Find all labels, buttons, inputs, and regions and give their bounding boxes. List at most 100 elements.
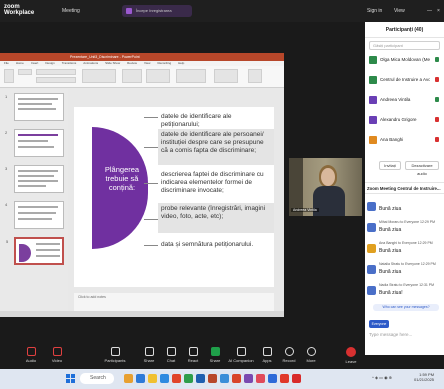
participants-icon bbox=[110, 347, 120, 356]
avatar bbox=[369, 96, 377, 104]
view-button[interactable]: View bbox=[394, 8, 405, 14]
share-icon bbox=[144, 347, 154, 356]
zoom-title-bar-right: Sign in View — × bbox=[365, 0, 444, 22]
mic-icon bbox=[435, 57, 439, 62]
file-explorer-icon[interactable] bbox=[148, 374, 157, 383]
notes-pane[interactable]: Click to add notes bbox=[74, 293, 274, 311]
participant-row[interactable]: Andreea Vintila bbox=[369, 94, 443, 106]
slide-bullet: descrierea faptei de discriminare cu ind… bbox=[161, 171, 264, 194]
mic-muted-icon bbox=[26, 347, 36, 356]
chat-message: Mihai Moraru to Everyone 12:29 PM Bună z… bbox=[367, 218, 443, 238]
chat-message: Nadia Stratu to Everyone 12:31 PM Bună z… bbox=[367, 281, 443, 301]
system-tray-icons[interactable]: ^ ◈ ▭ ◉ ⊕ bbox=[372, 375, 392, 380]
font-box[interactable] bbox=[36, 69, 76, 75]
recording-icon bbox=[126, 8, 132, 14]
paste-icon[interactable] bbox=[4, 69, 14, 83]
word-icon[interactable] bbox=[196, 374, 205, 383]
leave-icon bbox=[346, 347, 356, 357]
paragraph-group[interactable] bbox=[82, 69, 116, 83]
chat-message-input[interactable]: Type message here... bbox=[369, 332, 441, 346]
clock[interactable]: 1:59 PM 01/21/2025 bbox=[414, 372, 434, 382]
audio-button[interactable]: Audio bbox=[18, 347, 44, 363]
slide-bullet: data și semnătura petiționarului. bbox=[161, 241, 254, 248]
zoom-title-bar: zoom Workplace Meeting Începe înregistra… bbox=[0, 0, 365, 22]
sign-in-link[interactable]: Sign in bbox=[367, 8, 382, 14]
taskbar-app-icon[interactable] bbox=[136, 374, 145, 383]
meeting-menu[interactable]: Meeting bbox=[62, 8, 80, 14]
avatar bbox=[369, 116, 377, 124]
slide-canvas[interactable]: Plângerea trebuie să conțină: datele de … bbox=[74, 107, 274, 287]
powerpoint-icon[interactable] bbox=[208, 374, 217, 383]
chat-recipient-dropdown[interactable]: Everyone bbox=[369, 320, 389, 328]
slide-thumbnail[interactable]: 1 bbox=[5, 93, 64, 121]
share-screen-button[interactable]: Share bbox=[202, 347, 228, 363]
slide-thumbnail-active[interactable]: 5 bbox=[6, 237, 64, 265]
mic-muted-icon bbox=[435, 77, 439, 82]
minimize-icon[interactable]: — bbox=[427, 8, 432, 14]
zoom-meeting-window: zoom Workplace Meeting Începe înregistra… bbox=[0, 0, 444, 389]
editing-group[interactable] bbox=[214, 69, 238, 83]
heart-icon bbox=[188, 347, 198, 356]
slide-thumbnail[interactable]: 3 bbox=[5, 165, 64, 193]
avatar bbox=[369, 76, 377, 84]
participant-row[interactable]: Olga Mica Moldovan (Me) bbox=[369, 54, 443, 66]
zoom-logo: zoom Workplace bbox=[4, 4, 35, 16]
participants-title: Participanți (40) bbox=[365, 22, 444, 38]
chat-message: Ana Banghi to Everyone 12:29 PM Bună ziu… bbox=[367, 239, 443, 259]
taskbar-search[interactable]: Search bbox=[80, 373, 114, 384]
taskbar-app-icon[interactable] bbox=[280, 374, 289, 383]
slide-bullet: datele de identificare ale persoanei/ in… bbox=[158, 129, 274, 165]
chat-message: Bună ziua bbox=[367, 197, 443, 217]
leave-button[interactable]: Leave bbox=[342, 347, 360, 364]
quick-styles-icon[interactable] bbox=[176, 69, 206, 83]
taskbar-app-icon[interactable] bbox=[292, 374, 301, 383]
more-button[interactable]: More bbox=[298, 347, 324, 363]
avatar bbox=[367, 286, 376, 295]
close-icon[interactable]: × bbox=[437, 8, 440, 14]
participant-video[interactable]: Andreea Vintila bbox=[289, 158, 362, 216]
invite-button[interactable]: Invitați bbox=[379, 161, 401, 170]
meeting-controls: Audio Video Participants Share Chat Reac… bbox=[0, 345, 365, 369]
designer-icon[interactable] bbox=[248, 69, 262, 83]
chat-message: Natalia Stratu to Everyone 12:29 PM Bună… bbox=[367, 260, 443, 280]
recording-indicator[interactable]: Începe înregistrarea bbox=[122, 5, 192, 17]
avatar bbox=[367, 244, 376, 253]
taskbar-app-icon[interactable] bbox=[184, 374, 193, 383]
windows-start-icon[interactable] bbox=[66, 374, 75, 383]
participants-button[interactable]: Participants bbox=[102, 347, 128, 363]
zoom-taskbar-icon[interactable] bbox=[160, 374, 169, 383]
font-format-buttons[interactable] bbox=[36, 77, 76, 83]
taskbar-app-icon[interactable] bbox=[244, 374, 253, 383]
slide-thumbnail[interactable]: 4 bbox=[5, 201, 64, 229]
ai-companion-button[interactable]: AI Companion bbox=[228, 347, 254, 363]
participant-row[interactable]: Ana Banghi bbox=[369, 134, 443, 146]
slide-thumbnail[interactable]: 2 bbox=[5, 129, 64, 157]
participant-search-input[interactable]: Găsiți participant bbox=[369, 41, 440, 50]
shared-screen-powerpoint[interactable]: Prezentare_Unit3_Discriminare - PowerPoi… bbox=[0, 53, 284, 317]
participants-chat-panel: Participanți (40) Găsiți participant Olg… bbox=[365, 22, 444, 355]
arrange-icon[interactable] bbox=[146, 69, 170, 83]
new-slide-icon[interactable] bbox=[18, 69, 32, 75]
taskbar-app-icon[interactable] bbox=[172, 374, 181, 383]
taskbar-app-icon[interactable] bbox=[232, 374, 241, 383]
taskbar-app-icon[interactable] bbox=[268, 374, 277, 383]
edge-icon[interactable] bbox=[220, 374, 229, 383]
camera-off-icon bbox=[52, 347, 62, 356]
avatar bbox=[367, 265, 376, 274]
taskbar-app-icon[interactable] bbox=[124, 374, 133, 383]
participant-row[interactable]: Centrul de Instruire a Avo... (Host) bbox=[369, 74, 443, 86]
share-screen-icon bbox=[210, 347, 220, 356]
avatar bbox=[367, 223, 376, 232]
more-icon bbox=[306, 347, 316, 356]
shapes-icon[interactable] bbox=[122, 69, 142, 83]
ppt-ribbon bbox=[0, 66, 284, 88]
sparkle-icon bbox=[236, 347, 246, 356]
avatar bbox=[369, 136, 377, 144]
mute-all-button[interactable]: Dezactivare audio bbox=[405, 161, 439, 176]
video-button[interactable]: Video bbox=[44, 347, 70, 363]
taskbar-app-icon[interactable] bbox=[256, 374, 265, 383]
avatar bbox=[369, 56, 377, 64]
participant-row[interactable]: Alexandru Grigore bbox=[369, 114, 443, 126]
who-can-see-link[interactable]: Who can see your messages? bbox=[373, 304, 439, 311]
slide-bullet: probe relevante (înregistrări, imagini v… bbox=[158, 203, 274, 233]
